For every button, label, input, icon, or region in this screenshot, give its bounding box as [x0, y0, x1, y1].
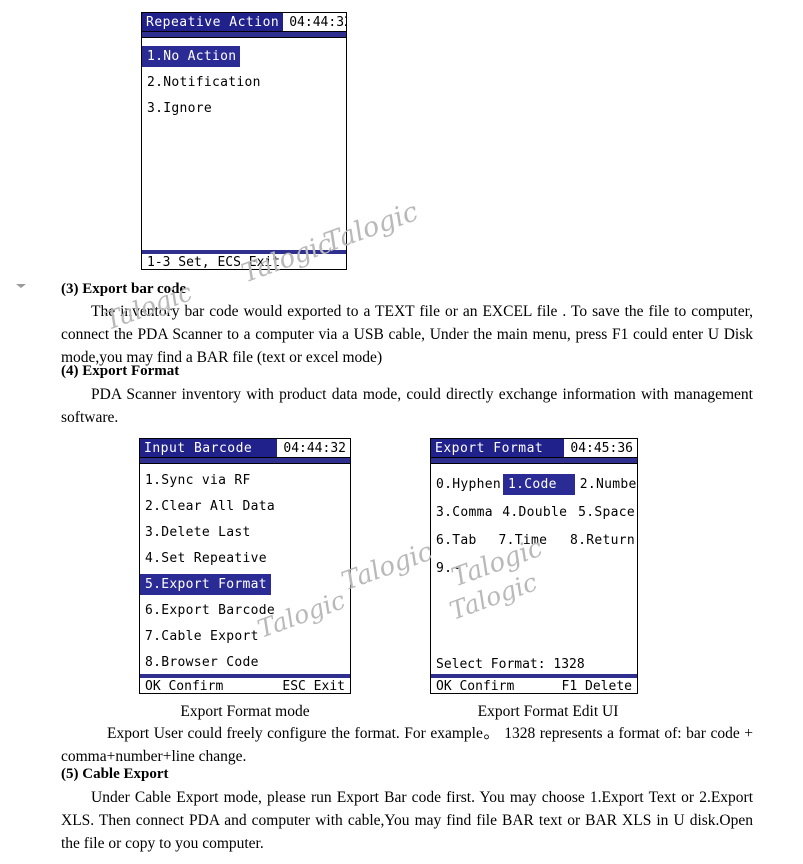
pda-footer-left: OK Confirm [145, 679, 224, 694]
pda-footer: OK Confirm ESC Exit [140, 674, 350, 693]
format-option-tilde[interactable]: 9.~ [431, 558, 462, 579]
pda-clock: 04:44:32 [277, 439, 350, 457]
menu-item-browser-code[interactable]: 8.Browser Code [140, 652, 263, 673]
pda-title: Input Barcode [140, 439, 257, 457]
menu-row: 5.Export Format [140, 574, 350, 600]
menu-item-notification[interactable]: 2.Notification [142, 72, 265, 93]
pda-title-fill [547, 439, 565, 457]
format-option-double[interactable]: 4.Double [497, 502, 573, 523]
menu-row: 3.Ignore [142, 98, 346, 124]
menu-item-export-barcode[interactable]: 6.Export Barcode [140, 600, 279, 621]
pda-title-fill [256, 439, 278, 457]
paragraph-cable-export: Under Cable Export mode, please run Expo… [61, 789, 753, 852]
menu-item-ignore[interactable]: 3.Ignore [142, 98, 216, 119]
menu-item-set-repeative[interactable]: 4.Set Repeative [140, 548, 271, 569]
pda-format-grid: 0.Hyphen 1.Code 2.Number 3.Comma 4.Doubl… [431, 464, 637, 586]
select-format-status: Select Format: 1328 [436, 657, 585, 672]
paragraph-export-format: PDA Scanner inventory with product data … [61, 386, 753, 426]
caption-export-format-edit-ui: Export Format Edit UI [477, 703, 619, 720]
menu-item-export-format[interactable]: 5.Export Format [140, 574, 271, 595]
pda-title: Export Format [431, 439, 548, 457]
heading-export-format: (4) Export Format [61, 363, 180, 379]
pda-clock: 04:45:36 [564, 439, 637, 457]
menu-item-clear-all-data[interactable]: 2.Clear All Data [140, 496, 279, 517]
pda-footer-left: OK Confirm [436, 679, 515, 694]
pda-footer: OK Confirm F1 Delete [431, 674, 637, 693]
pda-clock: 04:44:32 [283, 13, 346, 31]
pda-footer-left: 1-3 Set, ECS Exit [147, 255, 281, 270]
pda-screen-repeative-action: Repeative Action 04:44:32 1.No Action 2.… [141, 12, 347, 270]
menu-row: 1.No Action [142, 46, 346, 72]
menu-item-delete-last[interactable]: 3.Delete Last [140, 522, 255, 543]
menu-row: 2.Clear All Data [140, 496, 350, 522]
menu-row: 1.Sync via RF [140, 470, 350, 496]
pda-footer-right: ESC Exit [282, 679, 345, 694]
paragraph-export-bar-code: The inventory bar code would exported to… [61, 303, 753, 366]
pda-menu-list: 1.No Action 2.Notification 3.Ignore [142, 38, 346, 124]
format-option-number[interactable]: 2.Number [575, 474, 637, 495]
pda-footer: 1-3 Set, ECS Exit [142, 250, 346, 269]
menu-row: 4.Set Repeative [140, 548, 350, 574]
paragraph-export-format-note: Export User could freely configure the f… [61, 725, 753, 765]
pda-screen-export-format: Export Format 04:45:36 0.Hyphen 1.Code 2… [430, 438, 638, 694]
heading-cable-export: (5) Cable Export [61, 766, 169, 782]
format-grid-row: 0.Hyphen 1.Code 2.Number [431, 474, 637, 502]
menu-item-sync-via-rf[interactable]: 1.Sync via RF [140, 470, 255, 491]
pda-title: Repeative Action [142, 13, 284, 31]
pda-menu-list: 1.Sync via RF 2.Clear All Data 3.Delete … [140, 464, 350, 678]
format-option-code[interactable]: 1.Code [503, 474, 575, 495]
format-grid-row: 6.Tab 7.Time 8.Return [431, 530, 637, 558]
format-option-tab[interactable]: 6.Tab [431, 530, 494, 551]
pda-titlebar: Export Format 04:45:36 [431, 439, 637, 458]
format-grid-row: 9.~ [431, 558, 637, 586]
format-option-space[interactable]: 5.Space [573, 502, 637, 523]
format-option-hyphen[interactable]: 0.Hyphen [431, 474, 503, 495]
bullet-marker-icon [16, 284, 26, 288]
format-option-comma[interactable]: 3.Comma [431, 502, 497, 523]
format-grid-row: 3.Comma 4.Double 5.Space [431, 502, 637, 530]
caption-export-format-mode: Export Format mode [180, 703, 310, 720]
menu-item-no-action[interactable]: 1.No Action [142, 46, 241, 67]
pda-titlebar: Input Barcode 04:44:32 [140, 439, 350, 458]
pda-titlebar: Repeative Action 04:44:32 [142, 13, 346, 32]
menu-row: 2.Notification [142, 72, 346, 98]
menu-row: 3.Delete Last [140, 522, 350, 548]
pda-footer-right: F1 Delete [561, 679, 632, 694]
menu-row: 6.Export Barcode [140, 600, 350, 626]
format-option-time[interactable]: 7.Time [494, 530, 565, 551]
menu-row: 7.Cable Export [140, 626, 350, 652]
pda-screen-input-barcode: Input Barcode 04:44:32 1.Sync via RF 2.C… [139, 438, 351, 694]
heading-export-bar-code: (3) Export bar code [61, 281, 187, 297]
watermark-talogic: Talogic [337, 536, 437, 598]
menu-item-cable-export[interactable]: 7.Cable Export [140, 626, 263, 647]
format-option-return[interactable]: 8.Return [565, 530, 637, 551]
